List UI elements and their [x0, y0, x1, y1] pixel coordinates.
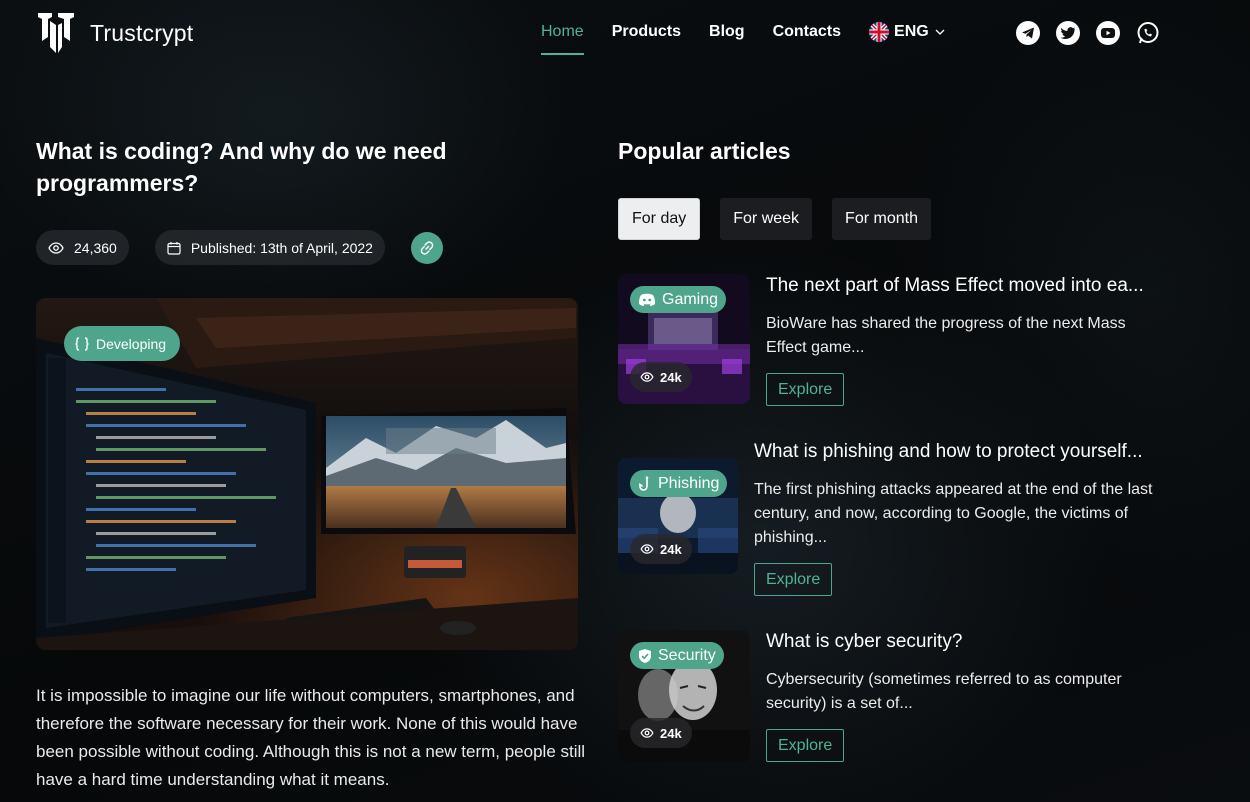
published-date: Published: 13th of April, 2022: [190, 239, 373, 256]
eye-icon: [48, 241, 64, 254]
explore-button[interactable]: Explore: [754, 563, 833, 596]
nav-item-home[interactable]: Home: [541, 23, 584, 55]
article-body: It is impossible to imagine our life wit…: [36, 686, 586, 789]
eye-icon: [640, 372, 654, 382]
brand-logo[interactable]: Trustcrypt: [36, 11, 193, 55]
tab-for-day[interactable]: For day: [618, 198, 701, 240]
code-braces-icon: [75, 336, 89, 351]
discord-icon: [638, 293, 656, 306]
popular-articles-title: Popular articles: [618, 138, 791, 164]
category-badge-security[interactable]: Security: [630, 642, 724, 669]
social-links: [1016, 21, 1176, 45]
views-chip: 24k: [630, 534, 692, 564]
nav-item-products[interactable]: Products: [612, 23, 681, 55]
category-label: Gaming: [662, 290, 719, 308]
card-description: The first phishing attacks appeared at t…: [754, 481, 1153, 546]
card-description: Cybersecurity (sometimes referred to as …: [766, 671, 1122, 712]
tab-for-week[interactable]: For week: [720, 198, 813, 240]
calendar-icon: [167, 241, 181, 255]
uk-flag-icon: [869, 22, 890, 42]
card-title[interactable]: The next part of Mass Effect moved into …: [766, 274, 1144, 298]
category-label: Security: [658, 646, 716, 664]
chevron-down-icon: [935, 29, 945, 35]
nav-item-contacts[interactable]: Contacts: [773, 23, 841, 55]
youtube-icon[interactable]: [1096, 21, 1120, 45]
views-count: 24k: [660, 541, 682, 557]
views-chip: 24k: [630, 362, 692, 392]
article-title: What is coding? And why do we need progr…: [36, 138, 447, 196]
card-image-gaming[interactable]: Gaming 24k: [618, 274, 750, 404]
category-label: Developing: [96, 335, 167, 352]
tab-for-month[interactable]: For month: [832, 198, 931, 240]
card-description: BioWare has shared the progress of the n…: [766, 315, 1126, 356]
language-label: ENG: [894, 23, 929, 40]
main-nav: Home Products Blog Contacts ENG: [541, 22, 945, 56]
category-badge-phishing[interactable]: Phishing: [630, 470, 728, 497]
views-count: 24k: [660, 369, 682, 385]
views-chip: 24k: [630, 718, 692, 748]
views-count: 24k: [660, 725, 682, 741]
period-tabs: For day For week For month: [618, 198, 951, 240]
whatsapp-icon[interactable]: [1136, 21, 1160, 45]
article-hero-image: Developing: [36, 298, 578, 650]
published-pill: Published: 13th of April, 2022: [154, 230, 385, 265]
views-pill: 24,360: [36, 230, 129, 265]
trustcrypt-logo-icon: [38, 13, 74, 53]
shield-check-icon: [639, 648, 651, 663]
link-icon: [420, 240, 434, 255]
article-meta: 24,360 Published: 13th of April, 2022: [36, 230, 443, 265]
category-badge-developing[interactable]: Developing: [64, 326, 181, 361]
views-count: 24,360: [74, 239, 117, 256]
twitter-icon[interactable]: [1056, 21, 1080, 45]
eye-icon: [640, 544, 654, 554]
copy-link-button[interactable]: [410, 231, 443, 264]
explore-button[interactable]: Explore: [766, 373, 845, 406]
site-header: Trustcrypt Home Products Blog Contacts E…: [0, 0, 1250, 70]
fishhook-icon: [639, 475, 649, 491]
brand-name: Trustcrypt: [90, 19, 194, 46]
card-title[interactable]: What is phishing and how to protect your…: [754, 440, 1143, 464]
language-selector[interactable]: ENG: [869, 22, 945, 56]
card-image-phishing[interactable]: Phishing 24k: [618, 458, 738, 574]
category-badge-gaming[interactable]: Gaming: [630, 286, 727, 313]
explore-button[interactable]: Explore: [766, 729, 845, 762]
category-label: Phishing: [658, 474, 720, 492]
telegram-icon[interactable]: [1016, 21, 1040, 45]
eye-icon: [640, 728, 654, 738]
card-title[interactable]: What is cyber security?: [766, 630, 962, 654]
nav-item-blog[interactable]: Blog: [709, 23, 745, 55]
card-image-security[interactable]: Security 24k: [618, 630, 750, 762]
